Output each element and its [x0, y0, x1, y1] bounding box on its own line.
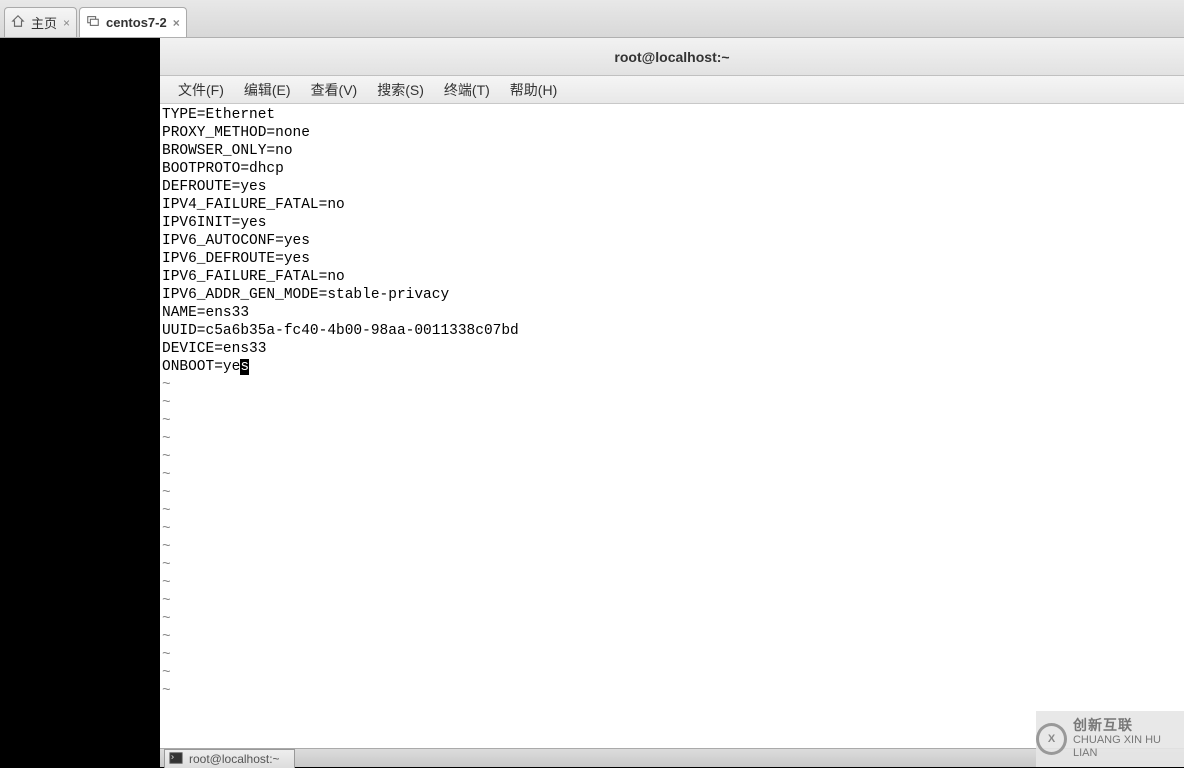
close-icon[interactable]: ×: [63, 16, 70, 30]
editor-tilde: ~: [162, 430, 1182, 448]
close-icon[interactable]: ×: [173, 16, 180, 30]
tab-home[interactable]: 主页 ×: [4, 7, 77, 37]
editor-line: IPV6_ADDR_GEN_MODE=stable-privacy: [162, 286, 1182, 304]
editor-tilde: ~: [162, 574, 1182, 592]
editor-line: DEFROUTE=yes: [162, 178, 1182, 196]
watermark-brand: 创新互联: [1073, 717, 1184, 734]
editor-line: NAME=ens33: [162, 304, 1182, 322]
editor-line: IPV6INIT=yes: [162, 214, 1182, 232]
editor-tilde: ~: [162, 484, 1182, 502]
home-icon: [11, 14, 25, 31]
vm-icon: [86, 14, 100, 31]
editor-tilde: ~: [162, 664, 1182, 682]
watermark: X 创新互联 CHUANG XIN HU LIAN: [1036, 711, 1184, 767]
editor-tilde: ~: [162, 502, 1182, 520]
menu-view[interactable]: 查看(V): [301, 80, 368, 100]
taskbar-app-label: root@localhost:~: [189, 752, 280, 766]
editor-tilde: ~: [162, 556, 1182, 574]
editor-tilde: ~: [162, 394, 1182, 412]
editor-tilde: ~: [162, 376, 1182, 394]
editor-line: BROWSER_ONLY=no: [162, 142, 1182, 160]
editor-line: UUID=c5a6b35a-fc40-4b00-98aa-0011338c07b…: [162, 322, 1182, 340]
editor-line: IPV4_FAILURE_FATAL=no: [162, 196, 1182, 214]
editor-line: IPV6_AUTOCONF=yes: [162, 232, 1182, 250]
editor-line: IPV6_DEFROUTE=yes: [162, 250, 1182, 268]
editor-line: PROXY_METHOD=none: [162, 124, 1182, 142]
menu-search[interactable]: 搜索(S): [367, 80, 434, 100]
tab-bar: 主页 × centos7-2 ×: [0, 0, 1184, 38]
editor-line: IPV6_FAILURE_FATAL=no: [162, 268, 1182, 286]
editor-cursor: s: [240, 359, 249, 375]
left-panel: [0, 38, 160, 767]
taskbar-app-button[interactable]: root@localhost:~: [164, 749, 295, 768]
editor-tilde: ~: [162, 628, 1182, 646]
menu-help[interactable]: 帮助(H): [500, 80, 567, 100]
task-bar: root@localhost:~: [160, 748, 1184, 767]
editor-line: ONBOOT=yes: [162, 358, 1182, 376]
menu-edit[interactable]: 编辑(E): [234, 80, 301, 100]
editor-tilde: ~: [162, 682, 1182, 700]
tab-label: 主页: [31, 13, 57, 32]
terminal-icon: [169, 751, 183, 768]
editor-line: DEVICE=ens33: [162, 340, 1182, 358]
menu-file[interactable]: 文件(F): [168, 80, 234, 100]
editor-tilde: ~: [162, 466, 1182, 484]
tab-label: centos7-2: [106, 15, 167, 30]
menu-bar: 文件(F) 编辑(E) 查看(V) 搜索(S) 终端(T) 帮助(H): [160, 76, 1184, 104]
editor-tilde: ~: [162, 646, 1182, 664]
editor-tilde: ~: [162, 520, 1182, 538]
editor-tilde: ~: [162, 412, 1182, 430]
editor-line: BOOTPROTO=dhcp: [162, 160, 1182, 178]
window-title-bar: root@localhost:~: [160, 38, 1184, 76]
editor-line: TYPE=Ethernet: [162, 106, 1182, 124]
watermark-logo-icon: X: [1036, 723, 1067, 755]
editor-tilde: ~: [162, 538, 1182, 556]
window-title: root@localhost:~: [614, 49, 729, 65]
editor-tilde: ~: [162, 592, 1182, 610]
tab-centos7-2[interactable]: centos7-2 ×: [79, 7, 187, 37]
terminal-editor[interactable]: TYPE=EthernetPROXY_METHOD=noneBROWSER_ON…: [160, 104, 1184, 752]
editor-tilde: ~: [162, 448, 1182, 466]
watermark-sub: CHUANG XIN HU LIAN: [1073, 734, 1184, 760]
menu-terminal[interactable]: 终端(T): [434, 80, 500, 100]
editor-tilde: ~: [162, 610, 1182, 628]
